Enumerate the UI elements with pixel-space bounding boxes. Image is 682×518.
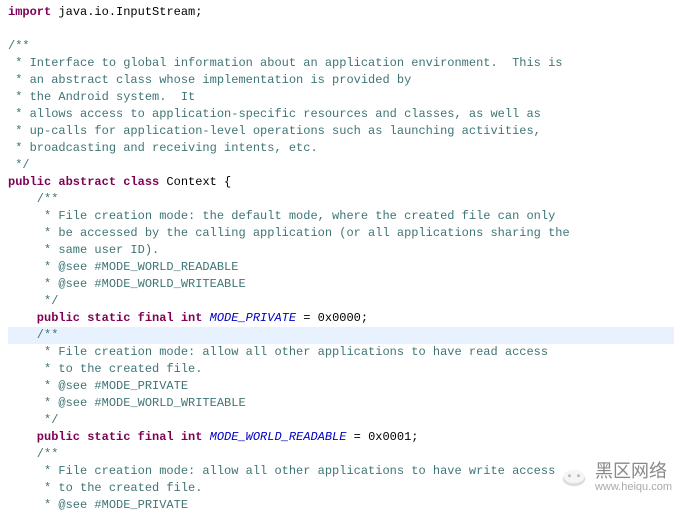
field-name: MODE_WORLD_READABLE	[202, 430, 346, 444]
javadoc-line: * File creation mode: allow all other ap…	[8, 463, 674, 480]
code-line: import java.io.InputStream;	[8, 4, 674, 21]
javadoc-line: * to the created file.	[8, 480, 674, 497]
keyword: public static final int	[8, 430, 202, 444]
blank-line	[8, 21, 674, 38]
javadoc-line: * the Android system. It	[8, 89, 674, 106]
field-decl: public static final int MODE_PRIVATE = 0…	[8, 310, 674, 327]
javadoc-line-highlighted: /**	[8, 327, 674, 344]
javadoc-line: */	[8, 157, 674, 174]
javadoc-line: * broadcasting and receiving intents, et…	[8, 140, 674, 157]
javadoc-line: * @see #MODE_PRIVATE	[8, 378, 674, 395]
javadoc-line: /**	[8, 191, 674, 208]
javadoc-line: * up-calls for application-level operati…	[8, 123, 674, 140]
code-text: = 0x0000;	[296, 311, 368, 325]
keyword: import	[8, 5, 51, 19]
javadoc-line: */	[8, 412, 674, 429]
keyword: public abstract class	[8, 175, 159, 189]
javadoc-line: * be accessed by the calling application…	[8, 225, 674, 242]
field-name: MODE_PRIVATE	[202, 311, 296, 325]
javadoc-line: * @see #MODE_WORLD_READABLE	[8, 259, 674, 276]
javadoc-line: * Interface to global information about …	[8, 55, 674, 72]
javadoc-line: /**	[8, 38, 674, 55]
javadoc-line: * allows access to application-specific …	[8, 106, 674, 123]
keyword: public static final int	[8, 311, 202, 325]
javadoc-line: * File creation mode: the default mode, …	[8, 208, 674, 225]
javadoc-line: /**	[8, 446, 674, 463]
javadoc-line: * same user ID).	[8, 242, 674, 259]
javadoc-line: * to the created file.	[8, 361, 674, 378]
javadoc-line: * @see #MODE_PRIVATE	[8, 497, 674, 514]
class-decl: public abstract class Context {	[8, 174, 674, 191]
javadoc-line: * an abstract class whose implementation…	[8, 72, 674, 89]
code-text: = 0x0001;	[346, 430, 418, 444]
javadoc-line: */	[8, 293, 674, 310]
javadoc-line: * @see #MODE_WORLD_WRITEABLE	[8, 395, 674, 412]
field-decl: public static final int MODE_WORLD_READA…	[8, 429, 674, 446]
javadoc-line: * File creation mode: allow all other ap…	[8, 344, 674, 361]
code-text: java.io.InputStream;	[51, 5, 202, 19]
javadoc-line: * @see #MODE_WORLD_WRITEABLE	[8, 276, 674, 293]
class-name: Context {	[159, 175, 231, 189]
